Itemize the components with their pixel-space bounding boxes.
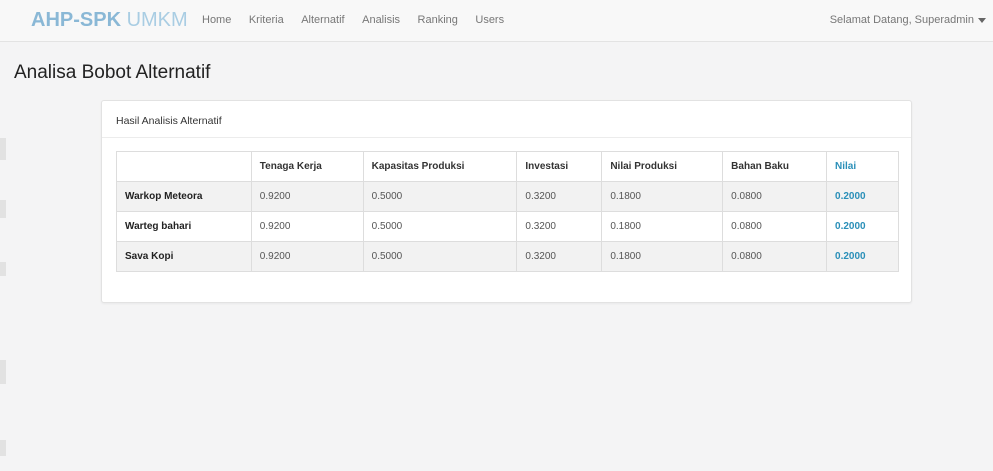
- table-cell: 0.1800: [601, 241, 724, 272]
- nilai-cell: 0.2000: [826, 211, 899, 242]
- left-edge-artifact: [0, 138, 6, 160]
- table-cell: 0.0800: [722, 241, 828, 272]
- table-header-row: Tenaga Kerja Kapasitas Produksi Investas…: [116, 151, 899, 182]
- brand-logo[interactable]: AHP-SPK UMKM: [31, 8, 188, 32]
- nav-link-analisis[interactable]: Analisis: [362, 14, 400, 30]
- left-edge-artifact: [0, 262, 6, 276]
- table-cell: 0.9200: [250, 211, 364, 242]
- table-row: Warkop Meteora 0.9200 0.5000 0.3200 0.18…: [116, 181, 899, 212]
- nav-link-alternatif[interactable]: Alternatif: [301, 14, 344, 30]
- table-cell: 0.0800: [722, 211, 828, 242]
- left-edge-artifact: [0, 440, 6, 456]
- column-header-tenaga-kerja: Tenaga Kerja: [250, 151, 364, 182]
- table-cell: 0.5000: [362, 181, 518, 212]
- column-header-alternatif: [116, 151, 252, 182]
- nilai-cell: 0.2000: [826, 181, 899, 212]
- panel-heading: Hasil Analisis Alternatif: [102, 101, 911, 138]
- column-header-nilai-produksi: Nilai Produksi: [601, 151, 724, 182]
- column-header-bahan-baku: Bahan Baku: [722, 151, 828, 182]
- table-cell: 0.3200: [516, 181, 603, 212]
- results-panel: Hasil Analisis Alternatif Tenaga Kerja K…: [101, 100, 912, 303]
- table-cell: 0.5000: [362, 211, 518, 242]
- nilai-cell: 0.2000: [826, 241, 899, 272]
- nav-link-users[interactable]: Users: [475, 14, 504, 30]
- alternative-weights-table: Tenaga Kerja Kapasitas Produksi Investas…: [116, 151, 899, 272]
- caret-down-icon: [978, 17, 986, 23]
- nav-link-ranking[interactable]: Ranking: [418, 14, 458, 30]
- table-cell: 0.1800: [601, 211, 724, 242]
- column-header-investasi: Investasi: [516, 151, 603, 182]
- column-header-kapasitas-produksi: Kapasitas Produksi: [362, 151, 518, 182]
- page-title: Analisa Bobot Alternatif: [14, 62, 211, 83]
- brand-light-text: UMKM: [126, 9, 188, 31]
- column-header-nilai: Nilai: [826, 151, 899, 182]
- nav-links: Home Kriteria Alternatif Analisis Rankin…: [202, 14, 522, 30]
- table-cell: 0.9200: [250, 241, 364, 272]
- table-row: Warteg bahari 0.9200 0.5000 0.3200 0.180…: [116, 211, 899, 242]
- table-cell: 0.9200: [250, 181, 364, 212]
- table-cell: 0.3200: [516, 241, 603, 272]
- nav-link-kriteria[interactable]: Kriteria: [249, 14, 284, 30]
- table-cell: 0.5000: [362, 241, 518, 272]
- top-navbar: AHP-SPK UMKM Home Kriteria Alternatif An…: [0, 0, 993, 42]
- alternative-name-cell: Warkop Meteora: [116, 181, 252, 212]
- user-menu-dropdown[interactable]: Selamat Datang, Superadmin: [830, 14, 986, 26]
- alternative-name-cell: Sava Kopi: [116, 241, 252, 272]
- left-edge-artifact: [0, 200, 6, 218]
- nav-link-home[interactable]: Home: [202, 14, 231, 30]
- table-cell: 0.3200: [516, 211, 603, 242]
- brand-strong-text: AHP-SPK: [31, 9, 122, 31]
- table-row: Sava Kopi 0.9200 0.5000 0.3200 0.1800 0.…: [116, 241, 899, 272]
- alternative-name-cell: Warteg bahari: [116, 211, 252, 242]
- table-cell: 0.0800: [722, 181, 828, 212]
- table-cell: 0.1800: [601, 181, 724, 212]
- left-edge-artifact: [0, 360, 6, 384]
- user-greeting: Selamat Datang, Superadmin: [829, 14, 974, 26]
